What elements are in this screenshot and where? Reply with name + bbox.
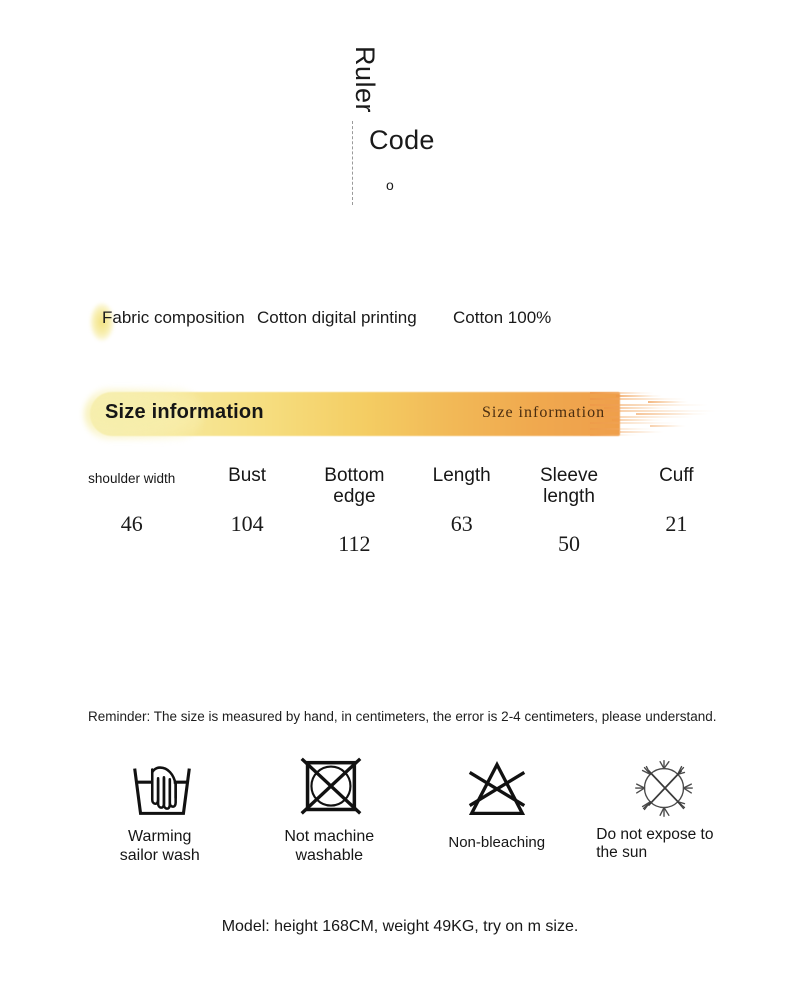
no-machine-wash-icon [300, 757, 362, 815]
size-column: Bottom edge 112 [301, 460, 408, 557]
no-bleach-icon-wrapper [458, 756, 536, 822]
care-instruction-label: Warming sailor wash [119, 828, 200, 864]
no-bleach-icon [468, 761, 525, 816]
size-column-header: Bust [228, 465, 267, 486]
size-column: Length 63 [408, 460, 515, 537]
size-information-subtitle: Size information [482, 404, 606, 421]
size-information-banner: Size information Size information [84, 388, 716, 440]
fabric-composition-value: Cotton digital printing [257, 308, 417, 327]
banner-streak [648, 401, 688, 403]
size-column-value: 112 [338, 531, 371, 557]
ruler-label: Ruler [350, 46, 380, 114]
banner-streak [620, 431, 664, 433]
banner-streak [636, 413, 708, 415]
care-instruction-label: Non-bleaching [448, 834, 546, 851]
care-instruction-item: Warming sailor wash [78, 756, 246, 866]
care-instruction-label: Do not expose to the sun [596, 826, 714, 862]
banner-streak [590, 422, 678, 424]
banner-streak [616, 395, 662, 397]
size-column-header: Cuff [659, 465, 694, 486]
size-information-title: Size information [105, 401, 264, 423]
fabric-composition-row: Fabric composition Cotton digital printi… [0, 303, 800, 341]
banner-streak [590, 416, 694, 418]
size-column-header: Length [432, 465, 491, 486]
size-column: Bust 104 [193, 460, 300, 537]
size-column: Cuff 21 [623, 460, 730, 537]
code-label: Code [369, 125, 435, 155]
banner-streak [650, 425, 686, 427]
size-column-value: 50 [558, 531, 581, 557]
banner-streak [590, 428, 656, 430]
care-instruction-item: Not machine washable [246, 756, 414, 866]
care-instruction-item: Non-bleaching [413, 756, 581, 852]
banner-streak [590, 392, 654, 394]
dashed-divider [352, 121, 353, 205]
header-zone: Ruler Code o [0, 0, 800, 240]
care-instruction-label: Not machine washable [284, 828, 375, 864]
hand-wash-icon-wrapper [123, 756, 201, 822]
product-detail-page: Ruler Code o Fabric composition Cotton d… [0, 0, 800, 1000]
care-instruction-row: Warming sailor wash Not machine washable… [78, 756, 748, 886]
code-mark: o [386, 177, 394, 193]
no-machine-wash-icon-wrapper [290, 756, 368, 822]
banner-streak [590, 404, 708, 406]
no-sun-exposure-icon-wrapper [625, 756, 703, 822]
size-reminder-text: Reminder: The size is measured by hand, … [88, 709, 717, 724]
banner-streak [604, 407, 674, 409]
hand-wash-icon [132, 766, 191, 815]
model-info-note: Model: height 168CM, weight 49KG, try on… [221, 918, 579, 935]
size-column-header: Sleeve length [539, 465, 599, 507]
size-column-value: 46 [120, 510, 143, 536]
banner-streak [590, 434, 640, 436]
size-measurement-table: shoulder width 46 Bust 104 Bottom edge 112 Len… [70, 460, 730, 557]
size-column-header: Bottom edge [324, 465, 385, 507]
size-column: shoulder width 46 [70, 460, 193, 537]
no-sun-exposure-icon [635, 760, 694, 817]
size-column: Sleeve length 50 [515, 460, 622, 557]
banner-streak [612, 419, 664, 421]
fabric-composition-extra: Cotton 100% [453, 308, 552, 327]
size-column-header: shoulder width [88, 471, 176, 486]
banner-streak [590, 398, 686, 400]
banner-streak [590, 410, 716, 412]
size-column-value: 63 [450, 510, 473, 536]
care-instruction-item: Do not expose to the sun [581, 756, 749, 863]
fabric-composition-label: Fabric composition [102, 308, 245, 327]
banner-streak-lines [590, 388, 716, 440]
size-column-value: 21 [665, 510, 688, 536]
size-column-value: 104 [230, 510, 264, 536]
